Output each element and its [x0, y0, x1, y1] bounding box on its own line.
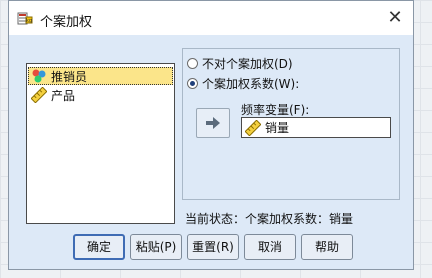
radio-button[interactable]: [187, 58, 198, 69]
frequency-variable-field[interactable]: 销量: [241, 117, 391, 138]
cancel-button[interactable]: 取消: [244, 234, 296, 260]
variable-list[interactable]: 推销员 产品: [26, 63, 175, 224]
nominal-variable-icon: [32, 69, 46, 83]
frequency-variable-value: 销量: [265, 121, 290, 135]
current-status: 当前状态：个案加权系数：销量: [185, 212, 354, 226]
option-label: 不对个案加权(D): [202, 57, 293, 71]
variable-item-product[interactable]: 产品: [28, 86, 173, 104]
close-button[interactable]: ✕: [381, 4, 409, 32]
move-variable-button[interactable]: [196, 108, 230, 138]
ok-button[interactable]: 确定: [73, 234, 125, 260]
weight-by-option[interactable]: 个案加权系数(W):: [187, 75, 299, 92]
frequency-variable-label: 频率变量(F):: [241, 103, 310, 117]
variable-label: 产品: [51, 88, 76, 103]
title-bar: kg 个案加权 ✕: [9, 1, 413, 35]
no-weight-option[interactable]: 不对个案加权(D): [187, 55, 293, 72]
weighting-options-panel: 不对个案加权(D) 个案加权系数(W): 频率变量(F): 销量: [182, 48, 400, 200]
dialog-body: 推销员 产品 不对个案加权(D) 个案加权系数(W): 频率变量(F): 销量 …: [9, 35, 413, 269]
svg-text:kg: kg: [26, 18, 32, 24]
option-label: 个案加权系数(W):: [202, 77, 300, 91]
reset-button[interactable]: 重置(R): [187, 234, 239, 260]
help-button[interactable]: 帮助: [301, 234, 353, 260]
close-icon: ✕: [387, 7, 403, 28]
arrow-right-icon: [206, 117, 220, 129]
weight-scale-icon: kg: [17, 12, 33, 25]
scale-variable-icon: [245, 119, 261, 136]
weight-cases-dialog: kg 个案加权 ✕ 推销员 产品 不对个案加权(D) 个案加权系数(W): 频率…: [8, 0, 414, 270]
radio-button[interactable]: [187, 78, 198, 89]
variable-label: 推销员: [51, 69, 88, 84]
window-title: 个案加权: [40, 15, 93, 30]
variable-item-salesperson[interactable]: 推销员: [28, 67, 173, 85]
paste-button[interactable]: 粘贴(P): [130, 234, 182, 260]
scale-variable-icon: [31, 87, 47, 103]
